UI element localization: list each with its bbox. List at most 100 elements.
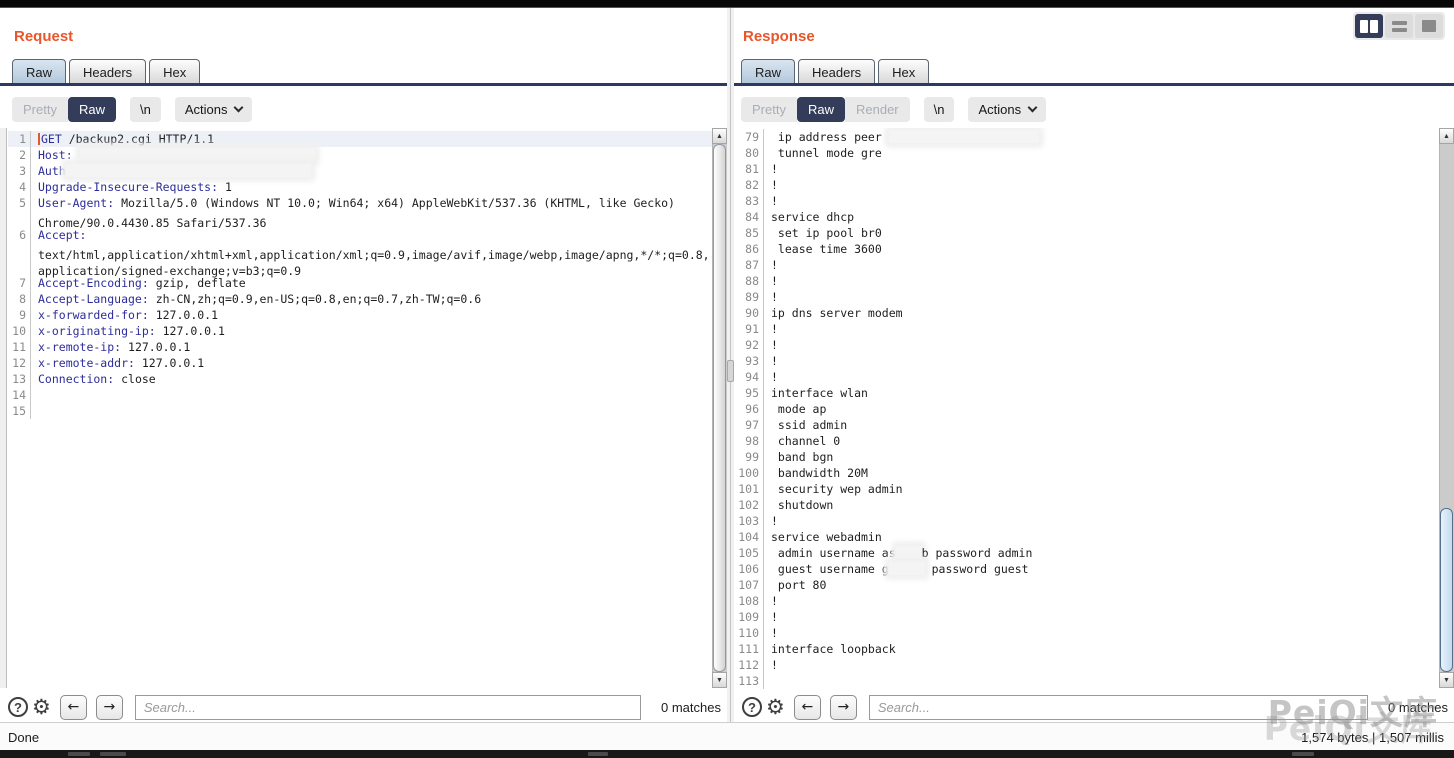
- code-line: 11x-remote-ip: 127.0.0.1: [8, 339, 712, 355]
- line-text: Host:: [38, 148, 315, 162]
- bottom-strip-mark: [68, 752, 90, 756]
- line-text: service dhcp: [771, 210, 854, 224]
- line-text: !: [771, 290, 778, 304]
- line-number: 81: [737, 161, 764, 177]
- search-input[interactable]: [135, 695, 641, 720]
- response-toolbar: Pretty Raw Render \n Actions: [741, 96, 1046, 122]
- code-line: text/html,application/xhtml+xml,applicat…: [8, 243, 712, 259]
- code-line: 106 guest username g password guest: [737, 561, 1439, 577]
- code-line: 110!: [737, 625, 1439, 641]
- tab-headers[interactable]: Headers: [798, 59, 875, 84]
- response-editor[interactable]: 79 ip address peer 80 tunnel mode gre81!…: [737, 128, 1439, 689]
- code-line: 94!: [737, 369, 1439, 385]
- code-line: 84service dhcp: [737, 209, 1439, 225]
- newline-toggle-button[interactable]: \n: [130, 97, 161, 122]
- scroll-up-icon[interactable]: ▲: [712, 128, 727, 144]
- scrollbar-thumb[interactable]: [1440, 508, 1453, 672]
- code-line: 112!: [737, 657, 1439, 673]
- line-text: port 80: [771, 578, 826, 592]
- line-text: bandwidth 20M: [771, 466, 868, 480]
- scroll-up-icon[interactable]: ▲: [1439, 128, 1454, 144]
- layout-single-pane-icon[interactable]: [1415, 14, 1443, 38]
- line-number: 100: [737, 465, 764, 481]
- search-next-button[interactable]: →: [96, 695, 123, 720]
- code-line: 109!: [737, 609, 1439, 625]
- line-number: 108: [737, 593, 764, 609]
- line-number: 7: [8, 275, 31, 291]
- request-scrollbar[interactable]: ▲ ▼: [712, 128, 727, 688]
- tab-raw[interactable]: Raw: [741, 59, 795, 84]
- line-text: !: [771, 162, 778, 176]
- tab-hex[interactable]: Hex: [878, 59, 929, 84]
- code-line: 103!: [737, 513, 1439, 529]
- panel-splitter[interactable]: [727, 8, 734, 722]
- line-text: GET /backup2.cgi HTTP/1.1: [38, 132, 214, 146]
- line-number: 87: [737, 257, 764, 273]
- search-input[interactable]: [869, 695, 1368, 720]
- line-text: !: [771, 258, 778, 272]
- line-text: shutdown: [771, 498, 833, 512]
- code-line: 5User-Agent: Mozilla/5.0 (Windows NT 10.…: [8, 195, 712, 211]
- layout-split-rows-icon[interactable]: [1385, 14, 1413, 38]
- gear-icon[interactable]: ⚙: [766, 697, 785, 717]
- request-left-gutter: [0, 128, 7, 688]
- line-text: guest username g password guest: [771, 562, 1029, 576]
- newline-toggle-button[interactable]: \n: [924, 97, 955, 122]
- redacted-blur: [896, 546, 922, 559]
- code-line: 4Upgrade-Insecure-Requests: 1: [8, 179, 712, 195]
- response-scrollbar[interactable]: ▲ ▼: [1439, 128, 1454, 688]
- line-number: 4: [8, 179, 31, 195]
- render-button[interactable]: Render: [845, 97, 910, 122]
- actions-button[interactable]: Actions: [968, 97, 1046, 122]
- line-text: !: [771, 658, 778, 672]
- search-next-button[interactable]: →: [830, 695, 857, 720]
- code-line: 12x-remote-addr: 127.0.0.1: [8, 355, 712, 371]
- line-number: 104: [737, 529, 764, 545]
- line-text: ssid admin: [771, 418, 847, 432]
- request-format-segment: Pretty Raw: [12, 97, 116, 122]
- code-line: 86 lease time 3600: [737, 241, 1439, 257]
- tab-raw[interactable]: Raw: [12, 59, 66, 84]
- text-cursor: [38, 133, 40, 145]
- request-editor[interactable]: 1GET /backup2.cgi HTTP/1.12Host: 3Auth4U…: [8, 128, 712, 689]
- line-number: 83: [737, 193, 764, 209]
- bottom-strip-mark: [1292, 752, 1314, 756]
- help-icon[interactable]: ?: [8, 697, 28, 717]
- tab-hex[interactable]: Hex: [149, 59, 200, 84]
- code-line: 102 shutdown: [737, 497, 1439, 513]
- code-line: 98 channel 0: [737, 433, 1439, 449]
- splitter-grip[interactable]: [727, 360, 734, 382]
- line-number: 109: [737, 609, 764, 625]
- layout-split-columns-icon[interactable]: [1355, 14, 1383, 38]
- scrollbar-thumb[interactable]: [713, 144, 726, 672]
- line-number: 110: [737, 625, 764, 641]
- code-line: Chrome/90.0.4430.85 Safari/537.36: [8, 211, 712, 227]
- line-number: 101: [737, 481, 764, 497]
- scroll-down-icon[interactable]: ▼: [1439, 672, 1454, 688]
- search-prev-button[interactable]: ←: [794, 695, 821, 720]
- status-bar: Done 1,574 bytes | 1,507 millis: [0, 722, 1454, 750]
- tab-headers[interactable]: Headers: [69, 59, 146, 84]
- line-text: !: [771, 322, 778, 336]
- scroll-down-icon[interactable]: ▼: [712, 672, 727, 688]
- code-line: 85 set ip pool br0: [737, 225, 1439, 241]
- chevron-down-icon: [1028, 102, 1038, 112]
- code-line: 107 port 80: [737, 577, 1439, 593]
- search-prev-button[interactable]: ←: [60, 695, 87, 720]
- actions-button[interactable]: Actions: [175, 97, 253, 122]
- line-number: 15: [8, 403, 31, 419]
- raw-button[interactable]: Raw: [797, 97, 845, 122]
- redacted-blur: [889, 562, 925, 575]
- code-line: 10x-originating-ip: 127.0.0.1: [8, 323, 712, 339]
- pretty-button[interactable]: Pretty: [12, 97, 68, 122]
- line-text: interface wlan: [771, 386, 868, 400]
- pretty-button[interactable]: Pretty: [741, 97, 797, 122]
- help-icon[interactable]: ?: [742, 697, 762, 717]
- line-number: 12: [8, 355, 31, 371]
- line-text: tunnel mode gre: [771, 146, 882, 160]
- code-line: 87!: [737, 257, 1439, 273]
- raw-button[interactable]: Raw: [68, 97, 116, 122]
- gear-icon[interactable]: ⚙: [32, 697, 51, 717]
- message-editor-split-view: Request RawHeadersHex Pretty Raw \n Acti…: [0, 8, 1454, 722]
- code-line: 15: [8, 403, 712, 419]
